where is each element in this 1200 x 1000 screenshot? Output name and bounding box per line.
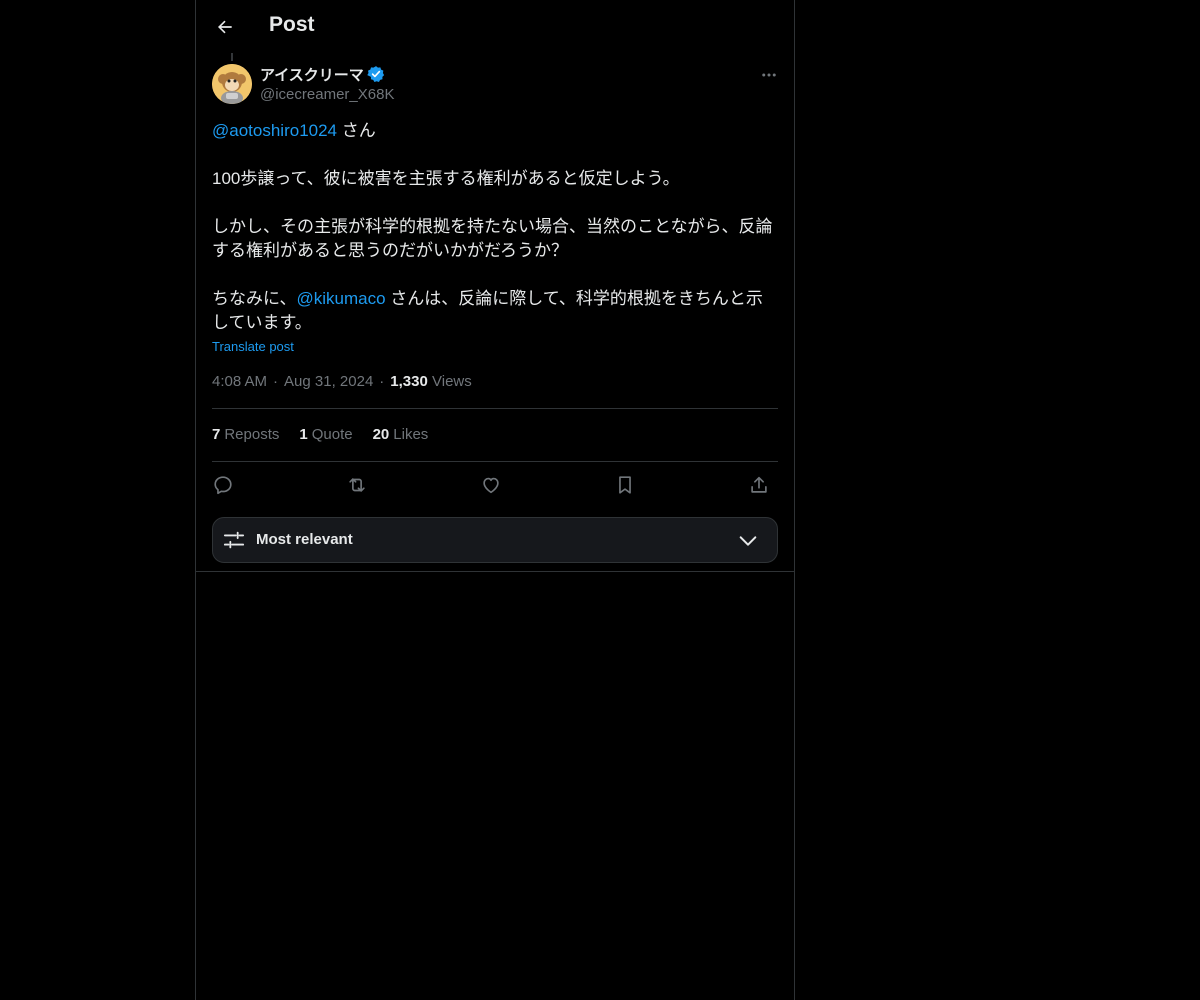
divider [212,461,778,462]
like-button[interactable] [476,471,506,499]
post-paragraph-1: @aotoshiro1024 さん [212,119,778,143]
quotes-count: 1 [299,426,308,443]
reposts-stat[interactable]: 7 Reposts [212,426,279,443]
post-actions [212,471,778,499]
post-text-segment: 100歩譲って、彼に被害を主張する権利があると仮定しよう。 [212,169,680,188]
sort-replies-dropdown[interactable]: Most relevant [212,517,778,563]
meta-separator: · [273,373,279,390]
meta-separator: · [379,373,385,390]
more-horizontal-icon [762,73,776,77]
bookmark-button[interactable] [610,471,640,499]
divider [196,571,794,572]
reposts-count: 7 [212,426,221,443]
quotes-stat[interactable]: 1 Quote [299,426,352,443]
translate-post-link[interactable]: Translate post [212,339,294,354]
post-paragraph-3: しかし、その主張が科学的根拠を持たない場合、当然のことながら、反論する権利がある… [212,215,778,263]
post-text-segment: しかし、その主張が科学的根拠を持たない場合、当然のことながら、反論する権利がある… [212,217,773,260]
divider [212,408,778,409]
reply-icon [214,476,232,495]
post-paragraph-2: 100歩譲って、彼に被害を主張する権利があると仮定しよう。 [212,167,778,191]
avatar[interactable] [212,64,252,104]
author-handle[interactable]: @icecreamer_X68K [260,86,394,103]
likes-label: Likes [393,426,429,443]
author-name[interactable]: アイスクリーマ [260,64,364,85]
post-text-segment: さん [337,121,376,140]
sort-label: Most relevant [256,531,353,548]
page-header: Post [196,0,794,53]
verified-badge-icon [367,66,385,83]
mention-link[interactable]: @aotoshiro1024 [212,121,337,140]
views-label: Views [432,373,472,390]
reposts-label: Reposts [224,426,280,443]
likes-count: 20 [372,426,390,443]
sliders-icon [223,531,245,549]
post-paragraph-4: ちなみに、@kikumaco さんは、反論に際して、科学的根拠をきちんと示してい… [212,287,778,335]
share-icon [751,476,767,493]
post-stats: 7 Reposts 1 Quote 20 Likes [212,426,448,443]
monkey-avatar [212,64,252,104]
page-title: Post [269,13,315,36]
mention-link[interactable]: @kikumaco [297,289,386,308]
post-meta: 4:08 AM · Aug 31, 2024 · 1,330 Views [212,373,472,390]
likes-stat[interactable]: 20 Likes [373,426,429,443]
more-options-button[interactable] [756,62,782,88]
bookmark-icon [619,476,631,494]
repost-icon [349,478,365,492]
post-text-segment: ちなみに、 [212,289,297,308]
post-time[interactable]: 4:08 AM [212,373,267,390]
chevron-down-icon [739,536,757,546]
main-column: Post アイスクリーマ @icecreamer_X68K @aotoshiro… [195,0,795,1000]
arrow-left-icon [218,20,232,34]
quotes-label: Quote [311,426,353,443]
share-button[interactable] [744,471,774,499]
post-text: @aotoshiro1024 さん 100歩譲って、彼に被害を主張する権利がある… [212,119,778,335]
back-button[interactable] [208,10,242,44]
post-date[interactable]: Aug 31, 2024 [284,373,373,390]
views-count: 1,330 [390,373,428,390]
like-icon [483,477,499,494]
reply-button[interactable] [208,471,238,499]
thread-line [231,53,233,61]
repost-button[interactable] [342,471,372,499]
